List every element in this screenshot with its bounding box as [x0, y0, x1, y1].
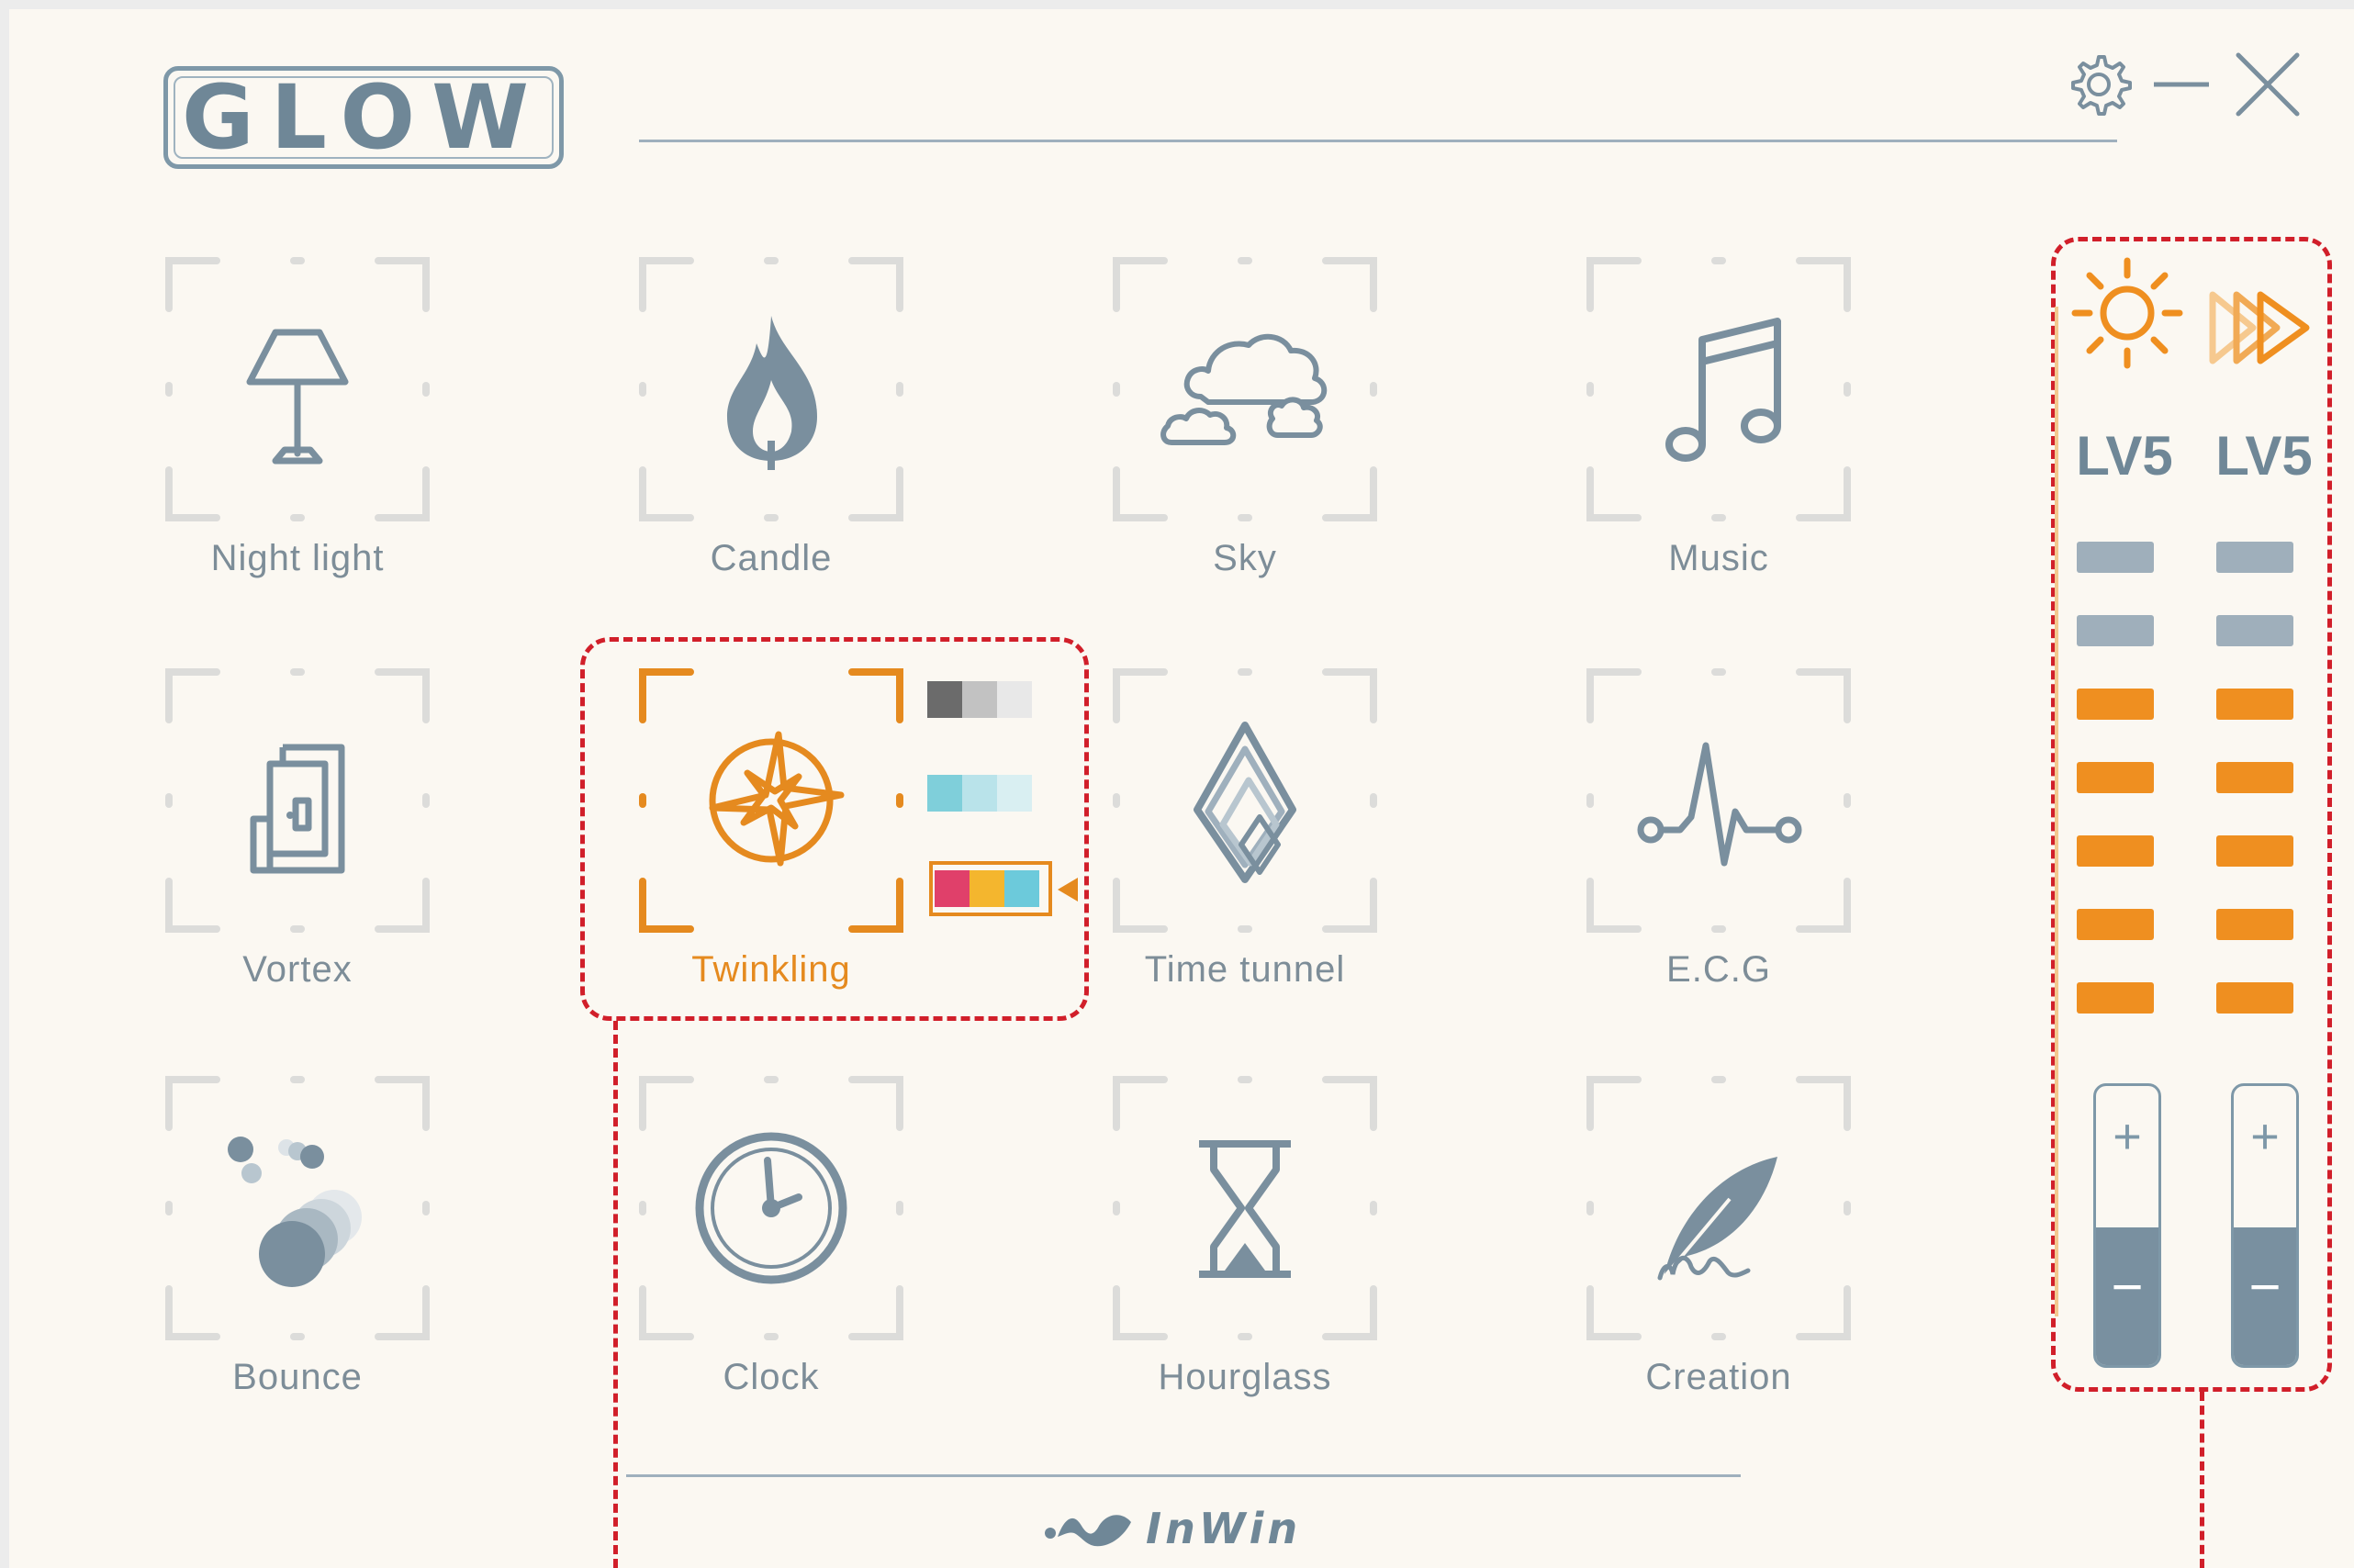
- brand-text: InWin: [1146, 1504, 1302, 1553]
- mode-time-tunnel[interactable]: Time tunnel: [1107, 663, 1383, 1048]
- swatch-cell: [927, 775, 962, 812]
- swatch-cell: [962, 681, 997, 718]
- footer-divider: [626, 1474, 1741, 1477]
- brightness-level-bar: [2077, 615, 2154, 646]
- lamp-icon: [246, 329, 349, 465]
- bouncing-balls-icon: [228, 1137, 362, 1287]
- mode-sky[interactable]: Sky: [1107, 252, 1383, 637]
- mode-ecg[interactable]: E.C.G: [1581, 663, 1856, 1048]
- swatch-cell: [997, 681, 1032, 718]
- mode-label: Night light: [210, 538, 385, 578]
- swatch-cell: [927, 681, 962, 718]
- speed-decrease-button[interactable]: −: [2234, 1227, 2296, 1365]
- mode-clock[interactable]: Clock: [633, 1070, 909, 1456]
- minimize-button[interactable]: [2147, 50, 2216, 119]
- mode-vortex[interactable]: Vortex: [160, 663, 435, 1048]
- mode-label: Clock: [723, 1357, 820, 1397]
- minus-icon: [2154, 82, 2209, 87]
- speed-level-label: LV5: [2215, 425, 2313, 487]
- swatch-cell: [970, 870, 1004, 907]
- vortex-icon: [250, 744, 345, 874]
- mode-bounce[interactable]: Bounce: [160, 1070, 435, 1456]
- brightness-level-bar: [2077, 542, 2154, 573]
- mode-music[interactable]: Music: [1581, 252, 1856, 637]
- sun-icon: [2071, 257, 2183, 369]
- clock-icon: [695, 1132, 847, 1284]
- swatch-cell: [935, 870, 970, 907]
- speed-level-bar: [2216, 542, 2293, 573]
- ecg-pulse-icon: [1637, 742, 1802, 867]
- inwin-brand-logo: InWin: [1037, 1500, 1350, 1564]
- mode-creation[interactable]: Creation: [1581, 1070, 1856, 1456]
- mode-hourglass[interactable]: Hourglass: [1107, 1070, 1383, 1456]
- speed-level-bar: [2216, 689, 2293, 720]
- brightness-level-bar: [2077, 835, 2154, 867]
- mode-label: Sky: [1213, 538, 1277, 578]
- close-button[interactable]: [2229, 46, 2306, 123]
- level-panel-accent-line: [2055, 307, 2058, 1316]
- speed-level-bar: [2216, 835, 2293, 867]
- inwin-mark-icon: [1045, 1515, 1131, 1547]
- settings-button[interactable]: [2064, 50, 2134, 119]
- brightness-decrease-button[interactable]: −: [2096, 1227, 2158, 1365]
- color-option-2[interactable]: [927, 775, 1032, 812]
- mode-night-light[interactable]: Night light: [160, 252, 435, 637]
- time-tunnel-icon: [1194, 722, 1296, 883]
- selected-arrow-icon: [1058, 878, 1078, 902]
- flame-icon: [727, 316, 817, 470]
- glow-logo: GLOW: [163, 66, 564, 169]
- swatch-cell: [1004, 870, 1039, 907]
- logo-text: GLOW: [181, 66, 546, 169]
- mode-label: Creation: [1645, 1357, 1792, 1397]
- mode-label: Vortex: [242, 949, 353, 990]
- color-option-3[interactable]: [935, 870, 1039, 907]
- mode-label: Time tunnel: [1144, 949, 1346, 990]
- close-icon: [2236, 52, 2300, 117]
- cloud-icon: [1160, 333, 1328, 445]
- speed-level-bar: [2216, 762, 2293, 793]
- music-note-icon: [1665, 318, 1781, 462]
- brightness-level-bar: [2077, 982, 2154, 1014]
- brightness-level-label: LV5: [2076, 425, 2173, 487]
- highlight-connector-right: [2200, 1392, 2204, 1568]
- swatch-cell: [997, 775, 1032, 812]
- brightness-increase-button[interactable]: +: [2096, 1086, 2158, 1224]
- mode-label: E.C.G: [1666, 949, 1771, 990]
- header-divider: [639, 140, 2117, 142]
- mode-label: Bounce: [232, 1357, 363, 1397]
- mode-label: Music: [1668, 538, 1769, 578]
- quill-icon: [1657, 1157, 1777, 1281]
- speed-stepper: + −: [2231, 1083, 2299, 1368]
- speed-level-bar: [2216, 982, 2293, 1014]
- mode-label: Hourglass: [1158, 1357, 1332, 1397]
- swatch-cell: [962, 775, 997, 812]
- brightness-level-bar: [2077, 689, 2154, 720]
- color-option-1[interactable]: [927, 681, 1032, 718]
- highlight-connector-left: [613, 1021, 618, 1568]
- fast-forward-icon: [2209, 291, 2310, 364]
- speed-level-bar: [2216, 909, 2293, 940]
- brightness-level-bar: [2077, 909, 2154, 940]
- brightness-level-bar: [2077, 762, 2154, 793]
- brightness-stepper: + −: [2093, 1083, 2161, 1368]
- hourglass-icon: [1199, 1140, 1291, 1278]
- glow-app-window: GLOW Night light Candle Sky Music Vortex…: [9, 9, 2354, 1568]
- mode-candle[interactable]: Candle: [633, 252, 909, 637]
- mode-label: Candle: [710, 538, 833, 578]
- speed-level-bar: [2216, 615, 2293, 646]
- gear-icon: [2071, 55, 2132, 116]
- speed-increase-button[interactable]: +: [2234, 1086, 2296, 1224]
